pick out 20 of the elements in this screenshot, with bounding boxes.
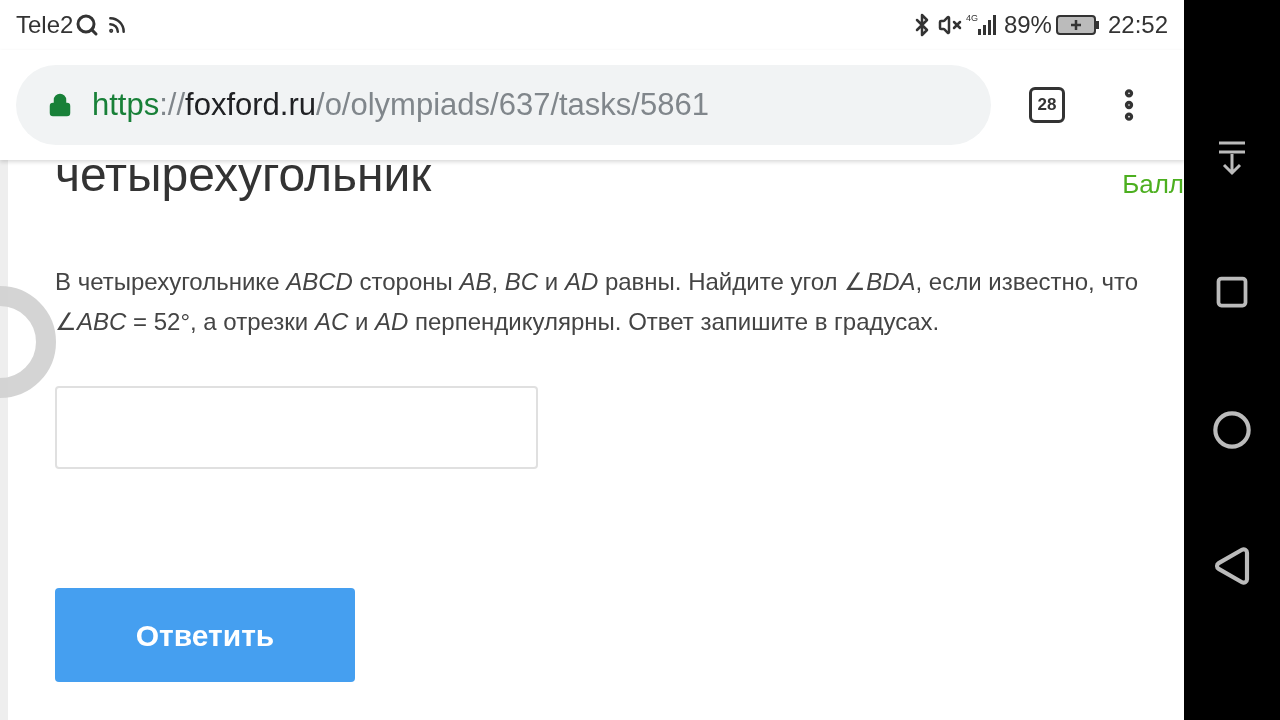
address-bar[interactable]: https://foxford.ru/o/olympiads/637/tasks/5861 (16, 65, 991, 145)
network-type: 4G (965, 14, 978, 23)
score-label: Балл (1122, 168, 1184, 201)
tab-count-button[interactable]: 28 (1029, 87, 1065, 123)
back-icon[interactable] (1212, 546, 1252, 586)
rss-icon (107, 15, 128, 35)
lock-icon (48, 93, 72, 117)
battery-percent: 89% (1003, 10, 1052, 40)
url-text: https://foxford.ru/o/olympiads/637/tasks/5861 (92, 85, 709, 124)
carrier-name: Tele2 (16, 10, 74, 40)
task-heading: четырехугольник (55, 147, 432, 203)
home-icon[interactable] (1212, 410, 1252, 450)
mute-icon (937, 13, 962, 37)
recent-apps-icon[interactable] (1214, 274, 1250, 310)
clock-time: 22:52 (1107, 10, 1168, 40)
battery-icon (1055, 15, 1100, 35)
search-icon (75, 13, 100, 37)
task-text: В четырехугольнике ABCD стороны AB, BC и AD равны. Найдите угол ∠BDA, если известно, что ∠ABC = 52°, а отрезки AC и AD перпендикулярны. Ответ запишите в градусах. (55, 267, 1139, 337)
answer-field[interactable] (55, 386, 538, 469)
hide-bar-icon[interactable] (1217, 140, 1247, 176)
